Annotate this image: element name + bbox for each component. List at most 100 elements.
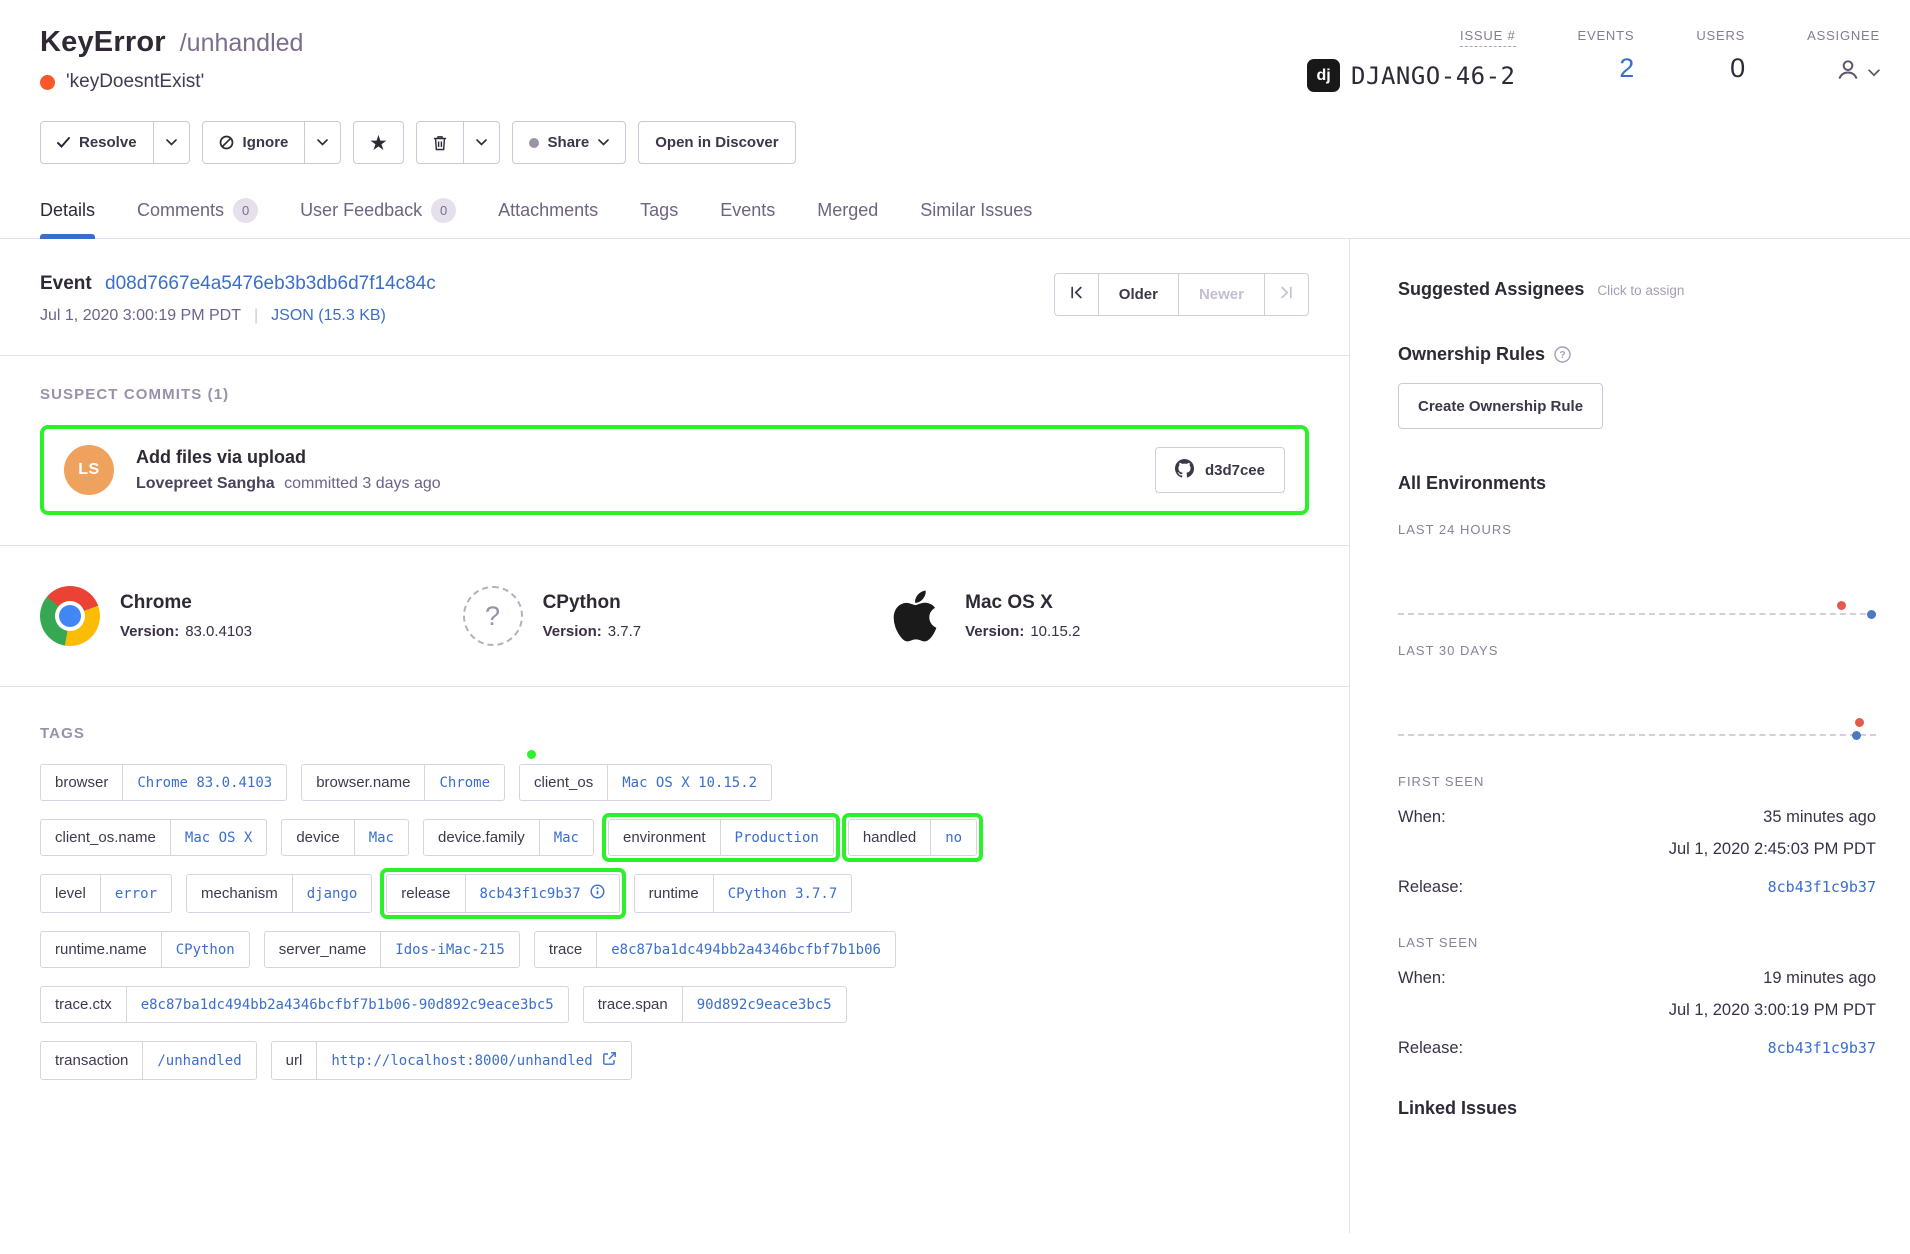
content-area: Event d08d7667e4a5476eb3b3db6d7f14c84c J… (0, 239, 1910, 1233)
commit-message: Add files via upload (136, 447, 1133, 468)
tab-tags[interactable]: Tags (640, 198, 678, 238)
tag-level: level error (40, 874, 172, 913)
tag-value-link[interactable]: http://localhost:8000/unhandled (316, 1042, 630, 1079)
events-count[interactable]: 2 (1619, 55, 1634, 82)
delete-button[interactable] (416, 121, 464, 164)
tag-value-link[interactable]: /unhandled (142, 1042, 255, 1079)
last-seen-relative: 19 minutes ago (1763, 969, 1876, 988)
tab-comments-label: Comments (137, 200, 224, 221)
svg-text:?: ? (1559, 350, 1565, 361)
tag-row: client_os.name Mac OS X device Mac devic… (40, 819, 1309, 856)
suspect-commit-row: LS Add files via upload Lovepreet Sangha… (64, 445, 1285, 495)
first-seen-release-link[interactable]: 8cb43f1c9b37 (1768, 878, 1876, 896)
tag-key: client_os.name (41, 820, 170, 855)
oldest-event-button[interactable] (1054, 273, 1099, 316)
comments-count-badge: 0 (233, 198, 258, 223)
tag-value-link[interactable]: 90d892c9eace3bc5 (682, 987, 846, 1022)
delete-button-group (416, 121, 500, 164)
tab-events[interactable]: Events (720, 198, 775, 238)
tag-value-link[interactable]: Idos-iMac-215 (380, 932, 519, 967)
chrome-icon (40, 586, 100, 646)
trash-icon (433, 135, 447, 151)
tab-similar-issues[interactable]: Similar Issues (920, 198, 1032, 238)
ignore-button[interactable]: Ignore (202, 121, 306, 164)
tab-attachments[interactable]: Attachments (498, 198, 598, 238)
release-label: Release: (1398, 878, 1463, 897)
separator: | (254, 307, 258, 325)
first-seen-relative: 35 minutes ago (1763, 808, 1876, 827)
stat-issue-number: ISSUE # dj DJANGO-46-2 (1307, 28, 1515, 92)
tag-browser-name: browser.name Chrome (301, 764, 505, 801)
tag-key: device.family (424, 820, 539, 855)
ignore-dropdown-button[interactable] (305, 121, 341, 164)
open-in-discover-button[interactable]: Open in Discover (638, 121, 795, 164)
info-icon[interactable] (590, 884, 605, 903)
tag-row: runtime.name CPython server_name Idos-iM… (40, 931, 1309, 968)
tag-value-text: 8cb43f1c9b37 (480, 886, 581, 902)
delete-dropdown-button[interactable] (464, 121, 500, 164)
tag-value-link[interactable]: no (930, 820, 976, 855)
tag-key: trace.span (584, 987, 682, 1022)
tag-value-link[interactable]: Mac OS X (170, 820, 266, 855)
tab-details-label: Details (40, 200, 95, 221)
event-id-link[interactable]: d08d7667e4a5476eb3b3db6d7f14c84c (105, 273, 436, 294)
last-seen-when-row: When: 19 minutes ago (1398, 969, 1876, 988)
last-24-hours-label: LAST 24 HOURS (1398, 522, 1876, 537)
tag-runtime: runtime CPython 3.7.7 (634, 874, 853, 913)
commit-info: Add files via upload Lovepreet Sangha co… (136, 447, 1133, 493)
tag-row: trace.ctx e8c87ba1dc494bb2a4346bcfbf7b1b… (40, 986, 1309, 1023)
tag-value-link[interactable]: Chrome 83.0.4103 (122, 765, 286, 800)
issue-culprit-path: /unhandled (180, 29, 304, 58)
sparkline-30d (1398, 658, 1876, 736)
tag-value-link[interactable]: e8c87ba1dc494bb2a4346bcfbf7b1b06 (596, 932, 895, 967)
tag-value-link[interactable]: Production (720, 820, 833, 855)
last-seen-release-link[interactable]: 8cb43f1c9b37 (1768, 1039, 1876, 1057)
tab-events-label: Events (720, 200, 775, 221)
tag-value-link[interactable]: Chrome (424, 765, 504, 800)
suggested-assignees-hint: Click to assign (1597, 283, 1684, 298)
tag-key: mechanism (187, 875, 292, 912)
tag-server-name: server_name Idos-iMac-215 (264, 931, 520, 968)
events-label: EVENTS (1578, 28, 1635, 43)
bookmark-star-button[interactable]: ★ (353, 121, 403, 164)
tag-release-highlighted: release 8cb43f1c9b37 (386, 874, 619, 913)
tag-value-link[interactable]: CPython (161, 932, 249, 967)
context-browser: Chrome Version:83.0.4103 (40, 586, 463, 646)
share-button[interactable]: Share (512, 121, 627, 164)
event-json-link[interactable]: JSON (15.3 KB) (271, 307, 386, 325)
tab-details[interactable]: Details (40, 198, 95, 238)
assignee-selector[interactable] (1835, 55, 1880, 88)
tag-key: release (387, 875, 464, 912)
tag-value-link[interactable]: e8c87ba1dc494bb2a4346bcfbf7b1b06-90d892c… (126, 987, 568, 1022)
tag-value-link[interactable]: Mac OS X 10.15.2 (607, 765, 771, 800)
tag-key: trace.ctx (41, 987, 126, 1022)
tab-comments[interactable]: Comments 0 (137, 198, 258, 238)
suspect-commits-section: SUSPECT COMMITS (1) LS Add files via upl… (0, 356, 1349, 546)
resolve-button-group: Resolve (40, 121, 190, 164)
newer-event-button: Newer (1178, 273, 1265, 316)
tag-value-link[interactable]: django (292, 875, 372, 912)
resolve-dropdown-button[interactable] (154, 121, 190, 164)
tag-value-link[interactable]: Mac (539, 820, 593, 855)
tag-value-link[interactable]: error (100, 875, 171, 912)
older-event-button[interactable]: Older (1098, 273, 1179, 316)
tag-key: runtime.name (41, 932, 161, 967)
resolve-button[interactable]: Resolve (40, 121, 154, 164)
tag-value-link[interactable]: 8cb43f1c9b37 (465, 875, 619, 912)
issue-header: KeyError /unhandled 'keyDoesntExist' ISS… (0, 0, 1910, 93)
tab-user-feedback[interactable]: User Feedback 0 (300, 198, 456, 238)
commit-sha-button[interactable]: d3d7cee (1155, 447, 1285, 493)
version-label: Version: (543, 623, 602, 640)
tag-value-link[interactable]: CPython 3.7.7 (713, 875, 852, 912)
create-ownership-rule-button[interactable]: Create Ownership Rule (1398, 383, 1603, 429)
help-circle-icon[interactable]: ? (1554, 346, 1571, 363)
tag-value-link[interactable]: Mac (354, 820, 408, 855)
tag-client-os: client_os Mac OS X 10.15.2 (519, 764, 772, 801)
spark-marker-blue (1852, 731, 1861, 740)
tab-merged[interactable]: Merged (817, 198, 878, 238)
tag-row: transaction /unhandled url http://localh… (40, 1041, 1309, 1080)
spark-marker-red (1837, 601, 1846, 610)
action-toolbar: Resolve Ignore ★ (0, 93, 1910, 164)
spark-marker-red (1855, 718, 1864, 727)
chevron-down-icon (1868, 64, 1880, 82)
